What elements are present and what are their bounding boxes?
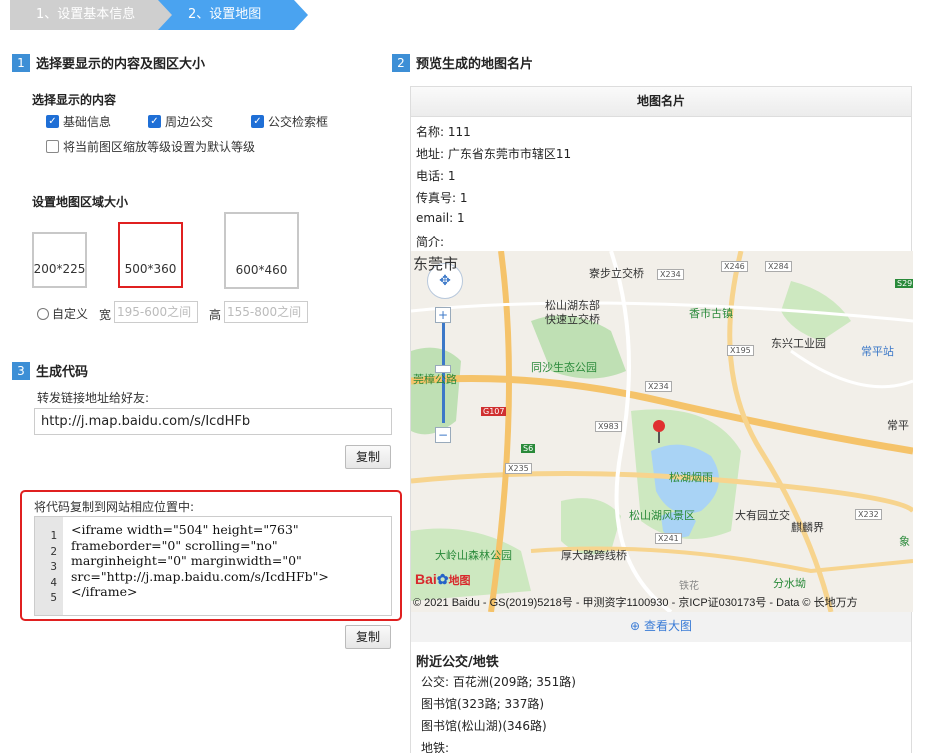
- road-shield: X234: [657, 269, 684, 280]
- map-label: 东莞市: [413, 255, 459, 273]
- checkbox-basic-info[interactable]: ✓ 基础信息: [46, 113, 111, 130]
- custom-height-input[interactable]: 155-800之间: [224, 301, 308, 323]
- map-label: 寮步立交桥: [589, 267, 644, 280]
- zoom-out-icon[interactable]: −: [435, 427, 451, 443]
- view-large-map-link[interactable]: ⊕ 查看大图: [411, 612, 911, 642]
- map-label: 大岭山森林公园: [435, 549, 512, 562]
- road-shield: X246: [721, 261, 748, 272]
- map-label: 松山湖风景区: [629, 509, 695, 522]
- baidu-logo: Bai✿地图: [415, 571, 471, 587]
- road-shield: X241: [655, 533, 682, 544]
- copy-link-button[interactable]: 复制: [345, 445, 391, 469]
- nearby-item: 图书馆(323路; 337路): [421, 697, 545, 711]
- code-text: <iframe width="504" height="763" framebor…: [71, 522, 329, 599]
- check-icon: ✓: [251, 115, 264, 128]
- map-card-preview: 地图名片 名称: 111 地址: 广东省东莞市市辖区11 电话: 1 传真号: …: [410, 86, 913, 753]
- section-preview: 2 预览生成的地图名片: [392, 53, 533, 72]
- road-shield: X232: [855, 509, 882, 520]
- card-name: 名称: 111: [416, 125, 471, 139]
- checkbox-nearby-bus[interactable]: ✓ 周边公交: [148, 113, 213, 130]
- embed-code-label: 将代码复制到网站相应位置中:: [34, 500, 195, 514]
- nearby-item: 图书馆(松山湖)(346路): [421, 719, 547, 733]
- nearby-item: 地铁:: [421, 741, 450, 753]
- road-shield: G107: [481, 407, 507, 416]
- check-icon: ✓: [148, 115, 161, 128]
- map-label: 松湖烟雨: [669, 471, 713, 484]
- checkbox-bus-search[interactable]: ✓ 公交检索框: [251, 113, 328, 130]
- radio-icon: [37, 307, 49, 320]
- map-label: 分水坳: [773, 577, 806, 590]
- content-label: 选择显示的内容: [32, 93, 117, 107]
- card-title: 地图名片: [411, 87, 911, 117]
- road-shield: S6: [521, 444, 536, 453]
- section-title: 预览生成的地图名片: [416, 57, 534, 72]
- check-icon: ✓: [46, 115, 59, 128]
- zoom-in-search-icon: ⊕: [630, 619, 641, 633]
- map-label: 厚大路跨线桥: [561, 549, 627, 562]
- share-link-label: 转发链接地址给好友:: [37, 391, 150, 405]
- card-intro: 简介:: [416, 235, 445, 249]
- unchecked-box-icon: [46, 140, 59, 153]
- line-numbers: 1 2 3 4 5: [35, 517, 63, 615]
- map-label: 香市古镇: [689, 307, 733, 320]
- width-label: 宽: [99, 308, 112, 322]
- card-phone: 电话: 1: [416, 169, 456, 183]
- section-number: 2: [392, 53, 410, 72]
- paw-icon: ✿: [436, 571, 449, 587]
- size-option-600x460[interactable]: 600*460: [224, 212, 299, 289]
- card-email: email: 1: [416, 211, 465, 225]
- map-label: 莞樟公路: [413, 373, 457, 386]
- map-view[interactable]: ✥ + − 东莞市 寮步立交桥 松山湖东部 快速立交桥 香市古镇 东兴工业园 常平…: [411, 251, 913, 612]
- road-shield: X284: [765, 261, 792, 272]
- size-option-200x225[interactable]: 200*225: [32, 232, 87, 288]
- map-label: 常平: [887, 419, 909, 432]
- zoom-in-icon[interactable]: +: [435, 307, 451, 323]
- road-shield: X195: [727, 345, 754, 356]
- section-title: 生成代码: [36, 365, 89, 380]
- nearby-title: 附近公交/地铁: [416, 655, 499, 670]
- step-set-map[interactable]: 2、设置地图: [158, 0, 308, 30]
- map-copyright: © 2021 Baidu - GS(2019)5218号 - 甲测资字11009…: [413, 597, 858, 609]
- nearby-item: 公交: 百花洲(209路; 351路): [421, 675, 576, 689]
- road-shield: X983: [595, 421, 622, 432]
- section-title: 选择要显示的内容及图区大小: [36, 57, 206, 72]
- road-shield: X235: [505, 463, 532, 474]
- section-number: 3: [12, 361, 30, 380]
- size-option-500x360[interactable]: 500*360: [118, 222, 183, 288]
- map-label: 常平站: [861, 345, 894, 358]
- share-url-input[interactable]: http://j.map.baidu.com/s/IcdHFb: [34, 408, 392, 435]
- copy-code-button[interactable]: 复制: [345, 625, 391, 649]
- checkbox-default-zoom[interactable]: 将当前图区缩放等级设置为默认等级: [46, 138, 255, 155]
- map-label: 松山湖东部 快速立交桥: [545, 299, 600, 326]
- size-label: 设置地图区域大小: [32, 195, 129, 209]
- radio-custom-size[interactable]: 自定义: [37, 305, 88, 322]
- section-generate-code: 3 生成代码: [12, 361, 88, 380]
- height-label: 高: [209, 308, 222, 322]
- custom-width-input[interactable]: 195-600之间: [114, 301, 198, 323]
- section-content-size: 1 选择要显示的内容及图区大小: [12, 53, 205, 72]
- map-label: 麒麟界: [791, 521, 824, 534]
- step-basic-info[interactable]: 1、设置基本信息: [10, 0, 172, 30]
- section-number: 1: [12, 53, 30, 72]
- road-shield: X234: [645, 381, 672, 392]
- map-label: 同沙生态公园: [531, 361, 597, 374]
- map-label: 东兴工业园: [771, 337, 826, 350]
- road-shield: S29: [895, 279, 913, 288]
- card-address: 地址: 广东省东莞市市辖区11: [416, 147, 572, 161]
- step-tabs: 1、设置基本信息 2、设置地图: [10, 0, 308, 30]
- map-label: 铁花: [679, 581, 699, 592]
- card-fax: 传真号: 1: [416, 191, 468, 205]
- map-label: 大有园立交: [735, 509, 790, 522]
- map-label: 象: [899, 535, 910, 548]
- embed-code-textarea[interactable]: 1 2 3 4 5 <iframe width="504" height="76…: [34, 516, 392, 616]
